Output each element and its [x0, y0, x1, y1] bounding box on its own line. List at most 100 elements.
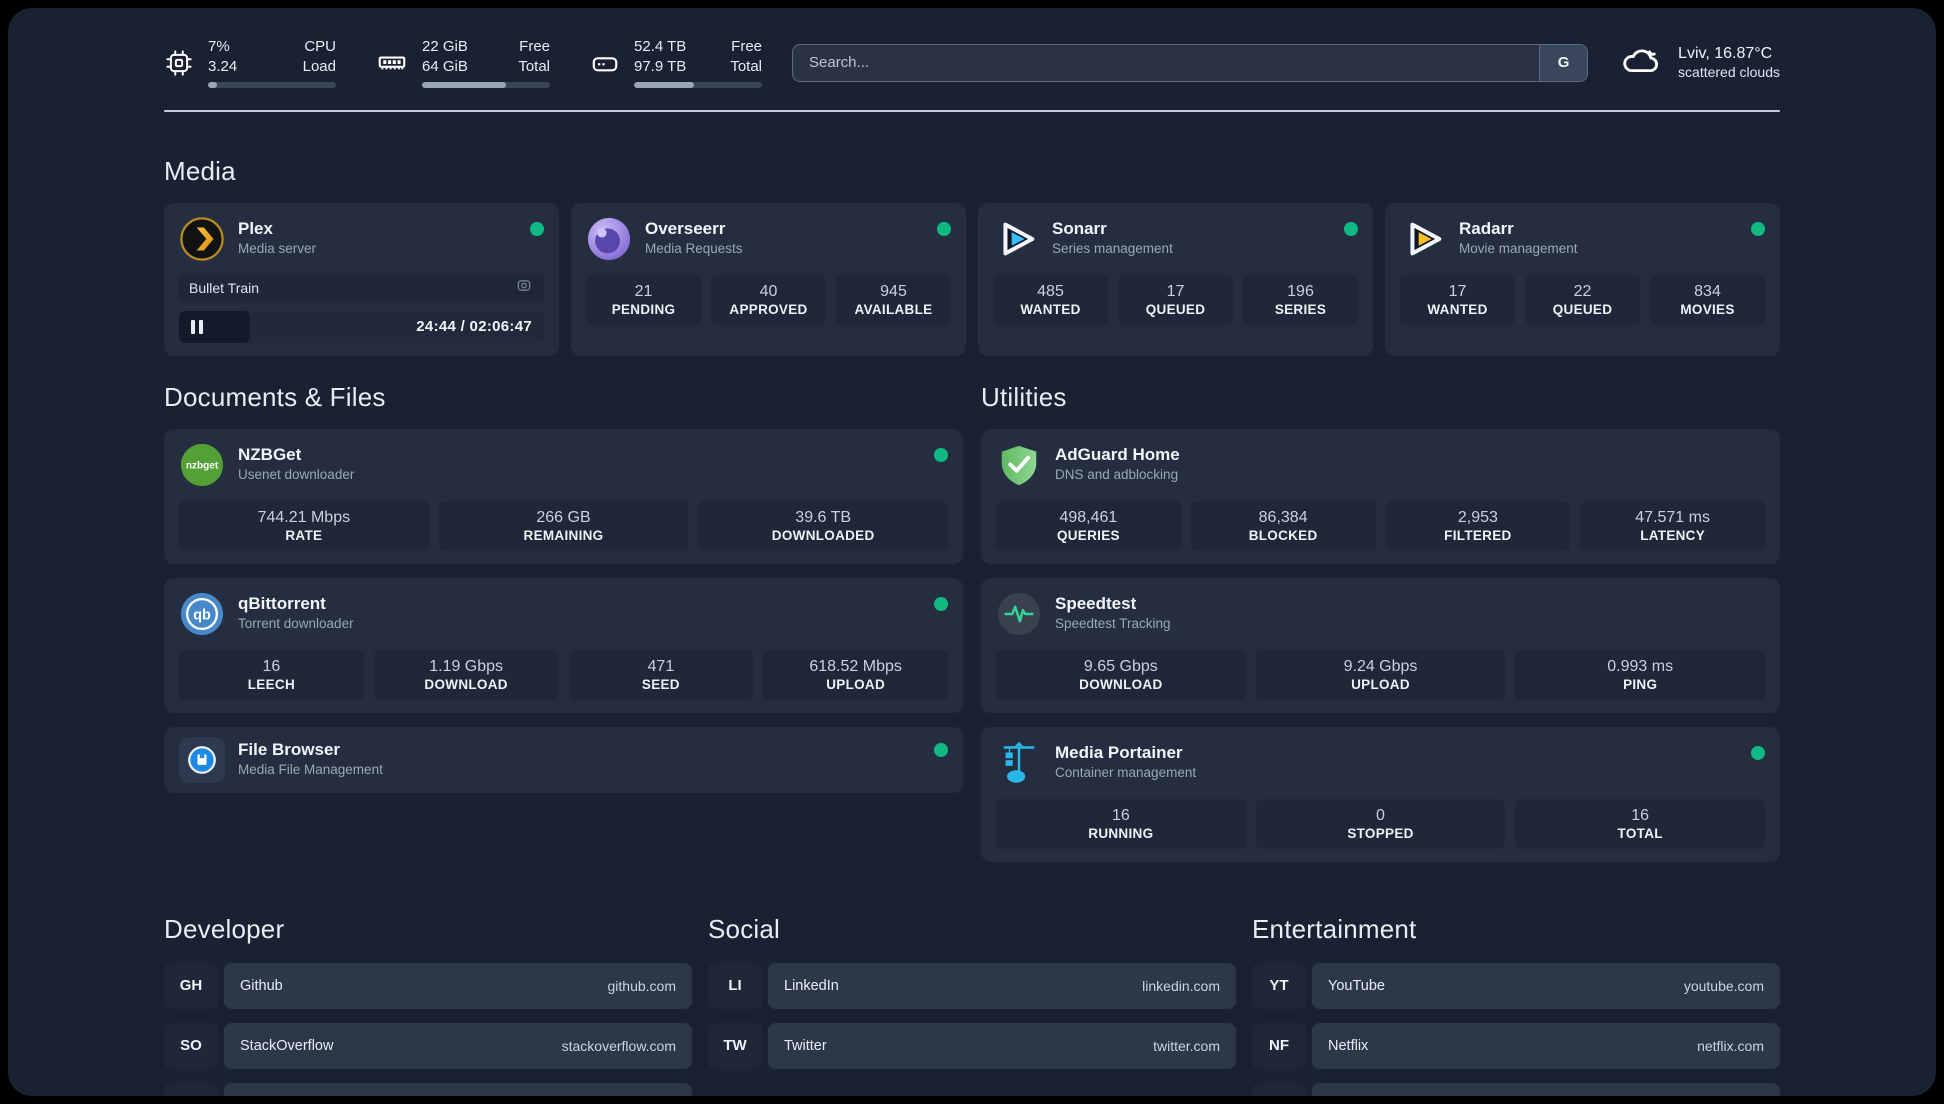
app-desc: Usenet downloader — [238, 466, 355, 482]
stat-queries: 498,461 QUERIES — [996, 500, 1181, 551]
bookmark-github[interactable]: GH Github github.com — [164, 962, 692, 1009]
stat-approved: 40 APPROVED — [711, 274, 826, 325]
stat-stopped: 0 STOPPED — [1255, 798, 1506, 849]
app-card-radarr[interactable]: Radarr Movie management 17 WANTED 22 QUEUE… — [1385, 202, 1780, 356]
stat-upload: 9.24 Gbps UPLOAD — [1255, 649, 1506, 700]
status-dot — [1751, 221, 1765, 236]
portainer-icon — [996, 740, 1042, 786]
bookmark-twitter[interactable]: TW Twitter twitter.com — [708, 1022, 1236, 1069]
app-name: File Browser — [238, 739, 341, 759]
adguard-icon — [996, 442, 1042, 488]
app-card-filebrowser[interactable]: File Browser Media File Management — [164, 726, 963, 793]
plex-icon — [179, 216, 225, 262]
stat-filtered: 2,953 FILTERED — [1385, 500, 1571, 551]
disk-free-label: Free — [731, 38, 762, 55]
section-title-media: Media — [164, 155, 236, 186]
stat-total: 16 TOTAL — [1515, 798, 1766, 849]
app-card-plex[interactable]: Plex Media server Bullet Train 24:44 / 0… — [164, 202, 559, 356]
playback-progress-bar[interactable]: 24:44 / 02:06:47 — [179, 310, 544, 343]
cpu-load-label: Load — [302, 57, 336, 75]
speedtest-icon — [996, 591, 1042, 637]
disk-free-value: 52.4 TB — [634, 38, 687, 55]
bookmark-reddit[interactable]: RE Reddit reddit.com — [1252, 1082, 1780, 1096]
memory-free-value: 22 GiB — [422, 38, 468, 55]
bookmark-stackoverflow[interactable]: SO StackOverflow stackoverflow.com — [164, 1022, 692, 1069]
disk-progress-bar — [634, 81, 762, 88]
memory-widget: 22 GiB 64 GiB Free Total — [376, 38, 550, 88]
bookmark-name: YouTube — [1328, 977, 1385, 994]
bookmark-group-entertainment: Entertainment YT YouTube youtube.com NF … — [1252, 913, 1780, 1096]
qbittorrent-icon: qb — [179, 591, 225, 637]
weather-location: Lviv, 16.87°C — [1678, 45, 1773, 63]
bookmark-netflix[interactable]: NF Netflix netflix.com — [1252, 1022, 1780, 1069]
pause-icon[interactable] — [191, 311, 203, 343]
plex-now-playing: Bullet Train 24:44 / 02:06:47 — [179, 272, 544, 343]
app-name: AdGuard Home — [1055, 444, 1180, 464]
app-card-overseerr[interactable]: Overseerr Media Requests 21 PENDING 40 APP… — [571, 202, 966, 356]
playback-time: 24:44 / 02:06:47 — [416, 318, 532, 335]
stat-rate: 744.21 Mbps RATE — [179, 500, 429, 551]
memory-progress-bar — [422, 81, 550, 88]
bookmark-abbr: DT — [164, 1082, 218, 1096]
app-name: Overseerr — [645, 218, 726, 238]
search-input[interactable] — [792, 43, 1589, 82]
stat-movies: 834 MOVIES — [1650, 274, 1765, 325]
disk-total-value: 97.9 TB — [634, 57, 687, 75]
bookmark-name: Github — [240, 977, 283, 994]
app-name: Plex — [238, 218, 273, 238]
app-card-portainer[interactable]: Media Portainer Container management 16 R… — [981, 726, 1780, 862]
search-engine-button[interactable]: G — [1539, 44, 1588, 81]
sonarr-icon — [993, 216, 1039, 262]
bookmark-youtube[interactable]: YT YouTube youtube.com — [1252, 962, 1780, 1009]
topbar: 7% 3.24 CPU Load 22 GiB 64 GiB Free Tota… — [164, 38, 1780, 88]
section-title-utilities: Utilities — [981, 381, 1067, 412]
bookmark-linkedin[interactable]: LI LinkedIn linkedin.com — [708, 962, 1236, 1009]
app-card-qbittorrent[interactable]: qb qBittorrent Torrent downloader 16 LEE… — [164, 577, 963, 713]
status-dot — [934, 596, 948, 611]
weather-condition: scattered clouds — [1678, 64, 1780, 81]
bookmark-abbr: RE — [1252, 1082, 1306, 1096]
cpu-load-value: 3.24 — [208, 57, 238, 75]
bookmark-group-social: Social LI LinkedIn linkedin.com TW Twitt… — [708, 914, 1236, 1097]
app-card-nzbget[interactable]: nzbget NZBGet Usenet downloader 744.21 M… — [164, 428, 963, 564]
stat-wanted: 485 WANTED — [993, 274, 1108, 325]
stat-wanted: 17 WANTED — [1400, 274, 1515, 325]
stat-latency: 47.571 ms LATENCY — [1580, 500, 1765, 551]
bookmark-name: LinkedIn — [784, 977, 839, 994]
cpu-progress-bar — [208, 81, 336, 88]
status-dot — [937, 221, 951, 236]
bookmark-abbr: YT — [1252, 962, 1306, 1009]
bookmark-abbr: NF — [1252, 1022, 1306, 1069]
stat-upload: 618.52 Mbps UPLOAD — [763, 649, 948, 700]
stat-leech: 16 LEECH — [179, 649, 364, 700]
app-desc: Media Requests — [645, 240, 743, 256]
app-name: Media Portainer — [1055, 742, 1183, 762]
app-name: Speedtest — [1055, 593, 1137, 613]
app-desc: Series management — [1052, 240, 1173, 256]
app-desc: Container management — [1055, 764, 1197, 780]
weather-widget: Lviv, 16.87°C scattered clouds — [1618, 43, 1780, 82]
svg-text:qb: qb — [193, 607, 211, 623]
app-card-sonarr[interactable]: Sonarr Series management 485 WANTED 17 QUE… — [978, 202, 1373, 356]
search-bar: G — [792, 43, 1589, 82]
section-title-developer: Developer — [164, 913, 285, 944]
app-desc: Media server — [238, 240, 317, 256]
stat-ping: 0.993 ms PING — [1515, 649, 1766, 700]
app-desc: Speedtest Tracking — [1055, 615, 1171, 631]
stat-queued: 17 QUEUED — [1118, 274, 1233, 325]
status-dot — [934, 742, 948, 757]
stat-available: 945 AVAILABLE — [836, 274, 951, 325]
bookmark-name: Twitter — [784, 1037, 827, 1054]
bookmark-dev[interactable]: DT DEV dev.to — [164, 1082, 692, 1096]
status-dot — [1751, 745, 1765, 760]
stat-queued: 22 QUEUED — [1525, 274, 1640, 325]
app-card-speedtest[interactable]: Speedtest Speedtest Tracking 9.65 Gbps DO… — [981, 577, 1780, 713]
bookmark-name: Netflix — [1328, 1037, 1369, 1054]
app-name: NZBGet — [238, 444, 302, 464]
app-card-adguard[interactable]: AdGuard Home DNS and adblocking 498,461 Q… — [981, 428, 1780, 564]
bookmark-abbr: GH — [164, 962, 218, 1009]
section-title-entertainment: Entertainment — [1252, 913, 1417, 944]
status-dot — [1344, 221, 1358, 236]
stat-blocked: 86,384 BLOCKED — [1190, 500, 1376, 551]
bookmark-abbr: TW — [708, 1022, 762, 1069]
